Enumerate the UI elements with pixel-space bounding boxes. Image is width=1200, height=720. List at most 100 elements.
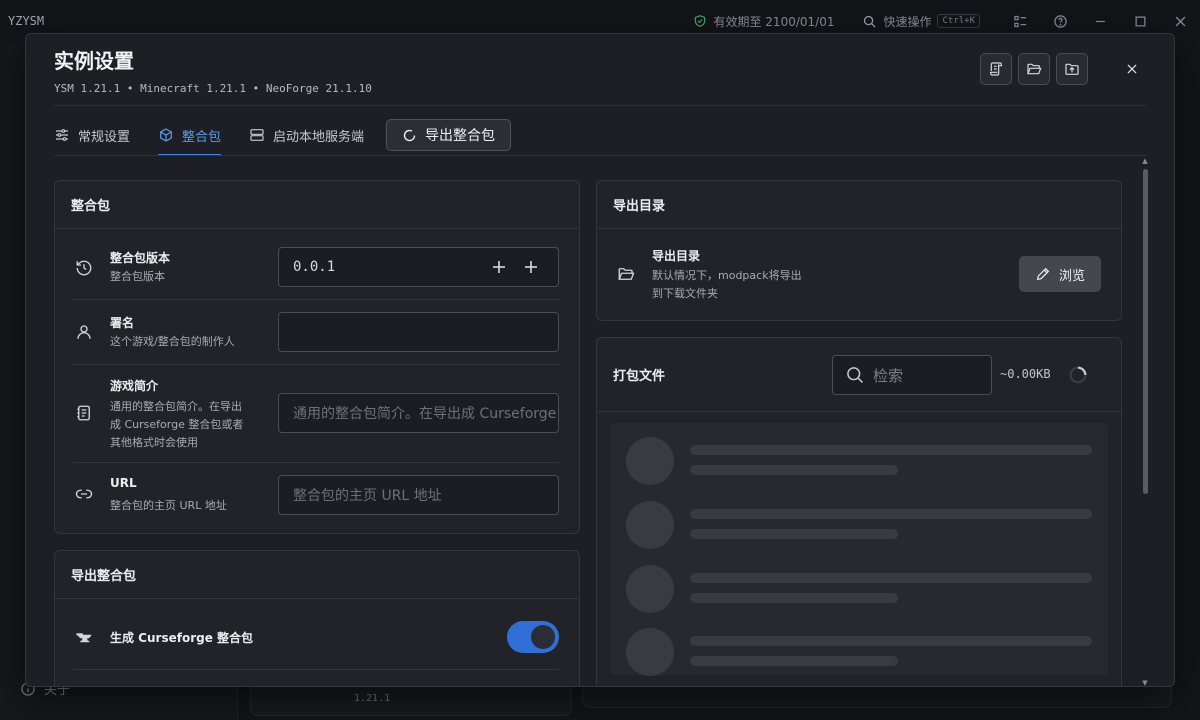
version-desc: 整合包版本 — [110, 270, 165, 283]
folder-upload-icon — [1065, 63, 1079, 75]
loading-icon — [403, 129, 416, 141]
folder-open-icon — [617, 265, 635, 283]
close-icon — [1127, 64, 1137, 74]
version-value: 0.0.1 — [293, 259, 336, 275]
header-divider — [54, 105, 1146, 106]
modpack-card: 整合包 整合包版本 整合包版本 0.0.1 署名 这个游戏/整合包的制作人 游戏… — [54, 180, 580, 534]
loading-spinner-icon — [1069, 366, 1087, 384]
pack-files-card: 打包文件 检索 ~0.00KB — [596, 337, 1122, 686]
user-icon — [75, 323, 93, 341]
author-desc: 这个游戏/整合包的制作人 — [110, 335, 235, 348]
skeleton-row — [626, 437, 1092, 487]
background-version: 1.21.1 — [354, 693, 391, 704]
folder-open-icon — [1027, 63, 1042, 75]
url-desc: 整合包的主页 URL 地址 — [110, 499, 227, 512]
plus-icon — [525, 261, 537, 273]
instance-settings-dialog: 实例设置 YSM 1.21.1 • Minecraft 1.21.1 • Neo… — [25, 33, 1175, 687]
search-icon — [847, 367, 864, 384]
tab-label: 启动本地服务端 — [273, 129, 365, 145]
export-dir-desc-line2: 到下载文件夹 — [652, 287, 718, 300]
card-title: 导出整合包 — [55, 551, 579, 599]
sliders-icon — [56, 129, 68, 141]
summary-desc-line1: 通用的整合包简介。在导出 — [110, 400, 242, 413]
history-icon — [75, 259, 93, 277]
list-icon — [1013, 15, 1026, 27]
summary-desc-line3: 其他格式时会使用 — [110, 436, 198, 449]
total-size: ~0.00KB — [1000, 367, 1051, 381]
version-increment-button[interactable] — [489, 257, 509, 277]
pencil-icon — [1036, 267, 1050, 281]
maximize-icon — [1135, 16, 1145, 26]
tab-label: 常规设置 — [78, 129, 131, 145]
card-title: 导出目录 — [597, 181, 1121, 229]
scroll-thumb[interactable] — [1143, 169, 1148, 494]
author-title: 署名 — [110, 316, 135, 330]
file-search-input[interactable]: 检索 — [832, 355, 992, 395]
license-text: 有效期至 2100/01/01 — [713, 14, 835, 29]
search-placeholder: 检索 — [873, 366, 904, 385]
row-divider — [73, 364, 559, 365]
export-modpack-card: 导出整合包 生成 Curseforge 整合包 — [54, 550, 580, 687]
tab-modpack[interactable]: 整合包 — [158, 115, 222, 156]
row-divider — [73, 669, 559, 670]
tab-local-server[interactable]: 启动本地服务端 — [249, 115, 364, 155]
notebook-icon — [75, 404, 93, 422]
curseforge-label: 生成 Curseforge 整合包 — [110, 631, 254, 645]
browse-label: 浏览 — [1058, 268, 1085, 284]
open-folder-button[interactable] — [1018, 53, 1050, 85]
curseforge-icon — [75, 628, 93, 646]
url-input[interactable]: 整合包的主页 URL 地址 — [278, 475, 559, 515]
browse-button[interactable]: 浏览 — [1019, 256, 1101, 292]
close-icon — [1175, 16, 1185, 26]
scroll-up-arrow[interactable]: ▲ — [1141, 157, 1149, 165]
row-divider — [73, 299, 559, 300]
version-increment-minor-button[interactable] — [521, 257, 541, 277]
author-input[interactable] — [278, 312, 559, 352]
dialog-title: 实例设置 — [54, 49, 134, 73]
scroll-icon — [990, 62, 1002, 76]
plus-icon — [493, 261, 505, 273]
skeleton-row — [626, 628, 1092, 678]
summary-input[interactable]: 通用的整合包简介。在导出成 Curseforge 整合包或者其他格式时会使用 — [278, 393, 559, 433]
export-directory-card: 导出目录 导出目录 默认情况下，modpack将导出 到下载文件夹 浏览 — [596, 180, 1122, 321]
curseforge-toggle[interactable] — [507, 621, 559, 653]
scroll-down-arrow[interactable]: ▼ — [1141, 679, 1149, 686]
url-placeholder: 整合包的主页 URL 地址 — [293, 488, 442, 504]
app-name: YZYSM — [8, 14, 45, 28]
row-divider — [73, 462, 559, 463]
quick-action-label: 快速操作 — [883, 14, 932, 29]
dialog-close-button[interactable] — [1122, 59, 1142, 79]
export-folder-button[interactable] — [1056, 53, 1088, 85]
minimize-icon — [1095, 20, 1105, 22]
secondary-toggle[interactable] — [507, 686, 559, 687]
summary-title: 游戏简介 — [110, 379, 159, 393]
skeleton-row — [626, 565, 1092, 615]
scrollbar[interactable]: ▲ ▼ — [1140, 157, 1150, 686]
shortcut-hint: Ctrl+K — [937, 14, 980, 28]
toggle-knob — [531, 625, 555, 649]
export-modpack-button[interactable]: 导出整合包 — [386, 119, 512, 151]
file-list-loading — [610, 423, 1108, 678]
shield-check-icon — [695, 15, 706, 27]
tab-general[interactable]: 常规设置 — [54, 115, 130, 155]
link-icon — [75, 485, 93, 503]
export-dir-title: 导出目录 — [652, 249, 701, 263]
search-icon — [864, 15, 877, 28]
logs-button[interactable] — [980, 53, 1012, 85]
tab-label: 整合包 — [182, 129, 222, 145]
help-icon — [1053, 14, 1067, 28]
export-modpack-label: 导出整合包 — [425, 128, 496, 144]
version-title: 整合包版本 — [110, 251, 171, 265]
package-icon — [160, 128, 172, 142]
card-title: 整合包 — [55, 181, 579, 229]
dialog-subtitle: YSM 1.21.1 • Minecraft 1.21.1 • NeoForge… — [54, 82, 372, 95]
summary-placeholder: 通用的整合包简介。在导出成 Curseforge 整合包或者其他格式时会使用 — [293, 406, 558, 422]
version-input[interactable]: 0.0.1 — [278, 247, 559, 287]
quick-action-button[interactable]: 快速操作 Ctrl+K — [862, 13, 980, 30]
tabs-divider — [54, 155, 1146, 156]
url-title: URL — [110, 476, 137, 490]
summary-desc-line2: 成 Curseforge 整合包或者 — [110, 418, 244, 431]
license-status: 有效期至 2100/01/01 — [693, 13, 834, 30]
server-icon — [250, 129, 264, 141]
settings-tabs: 常规设置 整合包 启动本地服务端 导出整合包 — [54, 115, 512, 156]
